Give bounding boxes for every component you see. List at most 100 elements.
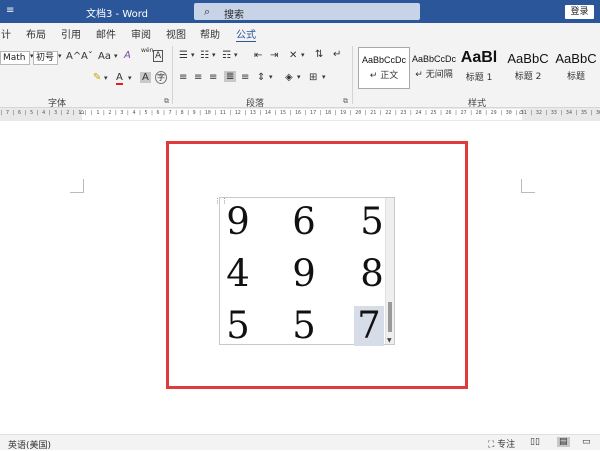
line-spacing-icon: ⇕ xyxy=(257,72,266,83)
tab-review[interactable]: 审阅 xyxy=(131,26,151,41)
style-normal[interactable]: AaBbCcDc ↵ 正文 xyxy=(358,47,410,89)
increase-indent-button[interactable]: ⇥ xyxy=(270,50,278,61)
highlight-pen-icon: ✎ xyxy=(93,72,102,83)
align-center-button[interactable]: ≡ xyxy=(194,72,202,83)
distributed-button[interactable]: ≡ xyxy=(241,72,249,83)
tab-mailings[interactable]: 邮件 xyxy=(96,26,116,41)
style-sample: AaBbCcDc xyxy=(411,54,456,64)
highlight-dropdown-icon[interactable]: ▾ xyxy=(104,74,108,82)
justify-button[interactable]: ≣ xyxy=(224,71,237,82)
title-bar: ≡ 文档3 - Word ⌕ 搜索 登录 xyxy=(0,0,600,23)
horizontal-ruler[interactable]: | 7 | 6 | 5 | 4 | 3 | 2 | 1 | | 1 | 2 | … xyxy=(0,108,600,121)
font-size-dropdown-icon[interactable]: ▾ xyxy=(58,52,62,60)
login-button[interactable]: 登录 xyxy=(565,5,594,19)
style-sample: AaBl xyxy=(460,49,498,66)
print-layout-button[interactable]: ▤ xyxy=(557,437,570,447)
font-color-button[interactable]: A xyxy=(116,72,123,85)
bullets-button[interactable]: ☰ xyxy=(179,50,188,61)
matrix-cell[interactable]: 5 xyxy=(220,306,256,346)
document-page[interactable]: ⋮⋮ 9 6 5 4 9 8 5 5 7 ▼ xyxy=(0,121,600,434)
search-icon: ⌕ xyxy=(204,5,211,18)
tab-equation[interactable]: 公式 xyxy=(236,26,256,43)
borders-button[interactable]: ⊞ xyxy=(309,72,317,83)
document-title: 文档3 - Word xyxy=(86,9,149,20)
search-placeholder: 搜索 xyxy=(224,10,244,21)
language-indicator[interactable]: 英语(美国) xyxy=(8,438,51,451)
tab-view[interactable]: 视图 xyxy=(166,26,186,41)
matrix-cell[interactable]: 9 xyxy=(286,254,322,294)
bullets-dropdown-icon[interactable]: ▾ xyxy=(191,51,195,59)
matrix-cell[interactable]: 5 xyxy=(286,306,322,346)
clear-formatting-button[interactable]: A xyxy=(124,50,131,61)
sort-button[interactable]: ⇅ xyxy=(315,49,323,60)
align-left-icon: ≡ xyxy=(179,72,188,83)
matrix-cell-selected[interactable]: 7 xyxy=(354,306,384,346)
grow-font-button[interactable]: A^ xyxy=(66,51,81,62)
search-box[interactable]: ⌕ 搜索 xyxy=(194,3,420,21)
tab-help[interactable]: 帮助 xyxy=(200,26,220,41)
decrease-indent-button[interactable]: ⇤ xyxy=(254,50,262,61)
multilevel-dropdown-icon[interactable]: ▾ xyxy=(234,51,238,59)
align-left-button[interactable]: ≡ xyxy=(179,72,187,83)
matrix-cell[interactable]: 4 xyxy=(220,254,256,294)
style-no-spacing[interactable]: AaBbCcDc ↵ 无间隔 xyxy=(408,47,460,89)
shrink-font-button[interactable]: Aˇ xyxy=(81,51,93,62)
right-indent-marker-icon[interactable]: ⌂ xyxy=(519,108,523,116)
style-heading-1[interactable]: AaBl 标题 1 xyxy=(456,47,502,89)
style-heading-2[interactable]: AaBbC 标题 2 xyxy=(502,47,554,89)
matrix-cell[interactable]: 9 xyxy=(220,202,256,242)
style-title[interactable]: AaBbC 标题 xyxy=(550,47,600,89)
shading-button[interactable]: ◈ xyxy=(285,72,293,83)
line-spacing-dropdown-icon[interactable]: ▾ xyxy=(269,73,273,81)
tab-layout[interactable]: 布局 xyxy=(26,26,46,41)
tab-references[interactable]: 引用 xyxy=(61,26,81,41)
web-layout-icon: ▭ xyxy=(582,437,591,447)
style-sample: AaBbCcDc xyxy=(361,55,406,65)
font-size-select[interactable]: 初号 xyxy=(33,51,58,65)
paragraph-dialog-launcher-icon[interactable]: ⧉ xyxy=(343,97,348,106)
line-spacing-button[interactable]: ⇕ xyxy=(257,72,265,83)
read-mode-button[interactable]: ▯▯ xyxy=(530,437,540,447)
style-name: 标题 2 xyxy=(514,72,542,82)
change-case-button[interactable]: Aa xyxy=(98,51,111,62)
equation-scrollbar[interactable]: ▼ xyxy=(385,198,394,344)
scrollbar-thumb[interactable] xyxy=(388,302,392,332)
chinese-layout-dropdown-icon[interactable]: ▾ xyxy=(301,51,305,59)
style-name: ↵ 无间隔 xyxy=(415,70,453,80)
left-indent-marker-icon[interactable]: ⌂ xyxy=(80,108,84,116)
group-divider xyxy=(352,46,353,104)
matrix-cell[interactable]: 6 xyxy=(286,202,322,242)
character-shading-button[interactable]: A xyxy=(140,72,151,83)
increase-indent-icon: ⇥ xyxy=(270,50,279,61)
book-icon: ▯▯ xyxy=(530,437,540,447)
chinese-layout-button[interactable]: ✕ xyxy=(289,50,297,61)
page-icon: ▤ xyxy=(559,437,568,447)
font-name-select[interactable]: Math xyxy=(0,51,30,65)
show-marks-button[interactable]: ↵ xyxy=(333,49,341,60)
multilevel-list-icon: ☶ xyxy=(222,50,231,61)
borders-dropdown-icon[interactable]: ▾ xyxy=(322,73,326,81)
scroll-down-arrow-icon[interactable]: ▼ xyxy=(387,337,392,344)
phonetic-guide-button[interactable]: wén xyxy=(141,47,153,54)
enclose-characters-button[interactable]: 字 xyxy=(155,71,167,84)
shading-dropdown-icon[interactable]: ▾ xyxy=(297,73,301,81)
align-right-icon: ≡ xyxy=(209,72,218,83)
align-right-button[interactable]: ≡ xyxy=(209,72,217,83)
tab-design[interactable]: 计 xyxy=(1,26,11,41)
focus-mode-button[interactable]: ⛶ 专注 xyxy=(488,437,515,450)
web-layout-button[interactable]: ▭ xyxy=(582,437,591,447)
font-color-dropdown-icon[interactable]: ▾ xyxy=(128,74,132,82)
focus-label: 专注 xyxy=(497,440,516,450)
numbering-button[interactable]: ☷ xyxy=(200,50,209,61)
text-highlight-button[interactable]: ✎ xyxy=(93,72,101,83)
font-dialog-launcher-icon[interactable]: ⧉ xyxy=(164,97,169,106)
change-case-dropdown-icon[interactable]: ▾ xyxy=(114,52,118,60)
equation-matrix[interactable]: ⋮⋮ 9 6 5 4 9 8 5 5 7 ▼ xyxy=(214,197,395,346)
multilevel-list-button[interactable]: ☶ xyxy=(222,50,231,61)
style-name: 标题 1 xyxy=(465,73,493,83)
character-border-button[interactable]: A xyxy=(153,50,164,62)
style-name: ↵ 正文 xyxy=(369,71,399,81)
font-color-icon: A xyxy=(116,72,123,83)
numbering-dropdown-icon[interactable]: ▾ xyxy=(212,51,216,59)
quick-access-menu-icon[interactable]: ≡ xyxy=(6,5,14,16)
